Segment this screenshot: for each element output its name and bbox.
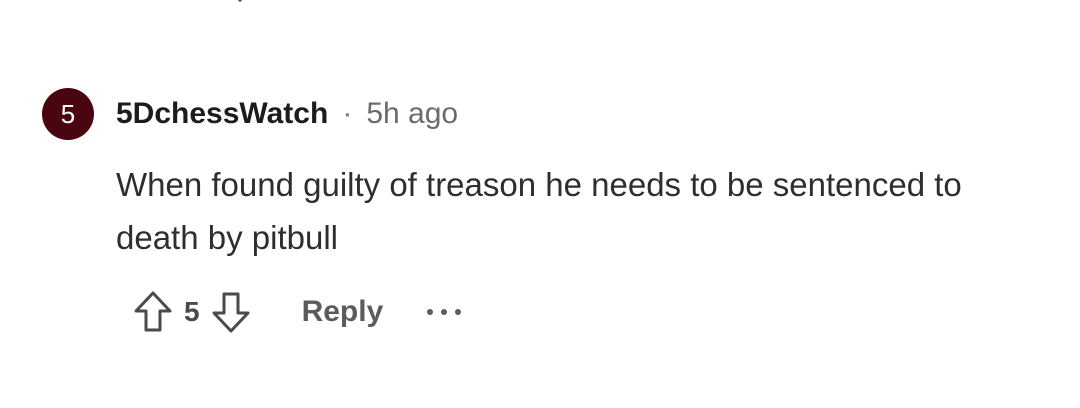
reply-button[interactable]: Reply — [302, 295, 384, 329]
more-horizontal-icon-dot — [455, 309, 462, 315]
comment-thread: 5 5DchessWatch · 5h ago When found guilt… — [0, 0, 1080, 408]
downvote-button[interactable] — [210, 289, 252, 335]
previous-upvote-icon[interactable] — [138, 0, 174, 4]
username[interactable]: 5DchessWatch — [116, 97, 328, 131]
previous-downvote-icon[interactable] — [222, 0, 258, 4]
comment-body: When found guilty of treason he needs to… — [116, 166, 962, 256]
more-options-button[interactable] — [427, 302, 462, 322]
vote-score: 5 — [184, 296, 200, 327]
upvote-button[interactable] — [132, 289, 174, 335]
timestamp: 5h ago — [366, 97, 459, 130]
comment: 5 5DchessWatch · 5h ago When found guilt… — [42, 88, 1042, 336]
more-horizontal-icon-dot — [441, 309, 448, 315]
previous-comment-actions — [138, 0, 278, 4]
avatar-label: 5 — [60, 98, 76, 129]
arrow-up-outline-icon — [134, 291, 172, 332]
avatar[interactable]: 5 — [42, 88, 94, 140]
separator-dot: · — [342, 97, 353, 130]
comment-header: 5 5DchessWatch · 5h ago — [42, 88, 1042, 140]
arrow-down-outline-icon — [212, 292, 250, 333]
more-horizontal-icon-dot — [427, 309, 434, 315]
comment-actions: 5 Reply — [132, 288, 1042, 336]
